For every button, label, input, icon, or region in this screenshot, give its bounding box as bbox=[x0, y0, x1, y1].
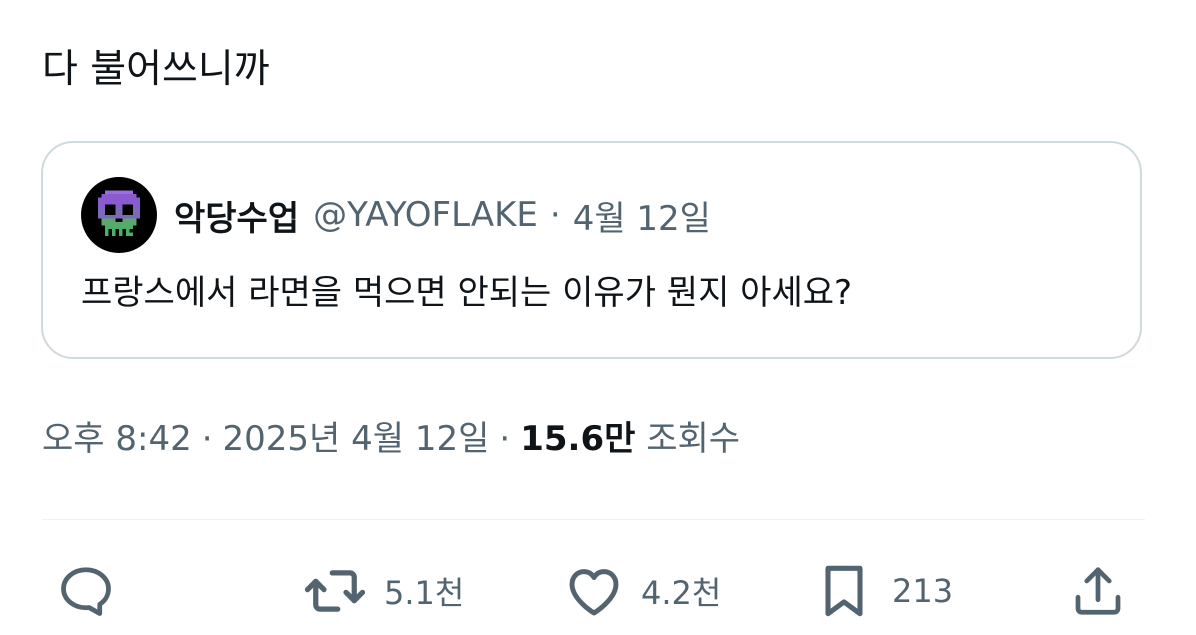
retweet-icon bbox=[304, 570, 366, 612]
separator-dot: · bbox=[201, 419, 213, 459]
tweet-text: 다 불어쓰니까 bbox=[42, 47, 270, 92]
heart-icon bbox=[569, 569, 619, 616]
bookmark-count: 213 bbox=[892, 572, 954, 610]
divider bbox=[42, 519, 1145, 520]
like-count: 4.2천 bbox=[641, 574, 722, 612]
separator-dot: · bbox=[499, 419, 511, 459]
share-button[interactable] bbox=[1068, 556, 1128, 626]
quoted-author-handle[interactable]: @YAYOFLAKE bbox=[313, 195, 538, 235]
share-icon bbox=[1075, 567, 1121, 615]
avatar[interactable] bbox=[81, 177, 157, 253]
views-label: 조회수 bbox=[646, 419, 741, 459]
tweet-time[interactable]: 오후 8:42 bbox=[42, 419, 192, 459]
quoted-author-name[interactable]: 악당수업 bbox=[174, 191, 299, 240]
action-bar: 5.1천 4.2천 213 bbox=[0, 556, 1196, 626]
separator-dot: · bbox=[549, 195, 561, 235]
retweet-count: 5.1천 bbox=[384, 574, 465, 612]
like-button[interactable]: 4.2천 bbox=[563, 556, 721, 626]
quoted-tweet-date[interactable]: 4월 12일 bbox=[573, 191, 711, 240]
bookmark-button[interactable]: 213 bbox=[812, 556, 953, 626]
quoted-tweet-card[interactable]: 악당수업 @YAYOFLAKE · 4월 12일 프랑스에서 라면을 먹으면 안… bbox=[41, 141, 1142, 359]
views-count[interactable]: 15.6만 bbox=[520, 419, 635, 459]
reply-icon bbox=[61, 567, 111, 616]
quoted-tweet-header: 악당수업 @YAYOFLAKE · 4월 12일 bbox=[81, 177, 711, 253]
retweet-button[interactable]: 5.1천 bbox=[302, 556, 464, 626]
bookmark-icon bbox=[825, 565, 863, 617]
tweet-date[interactable]: 2025년 4월 12일 bbox=[223, 419, 490, 459]
reply-button[interactable] bbox=[56, 556, 116, 626]
skull-icon bbox=[98, 190, 140, 236]
tweet-meta: 오후 8:42 · 2025년 4월 12일 · 15.6만 조회수 bbox=[42, 413, 740, 465]
quoted-tweet-text: 프랑스에서 라면을 먹으면 안되는 이유가 뭔지 아세요? bbox=[81, 273, 853, 313]
